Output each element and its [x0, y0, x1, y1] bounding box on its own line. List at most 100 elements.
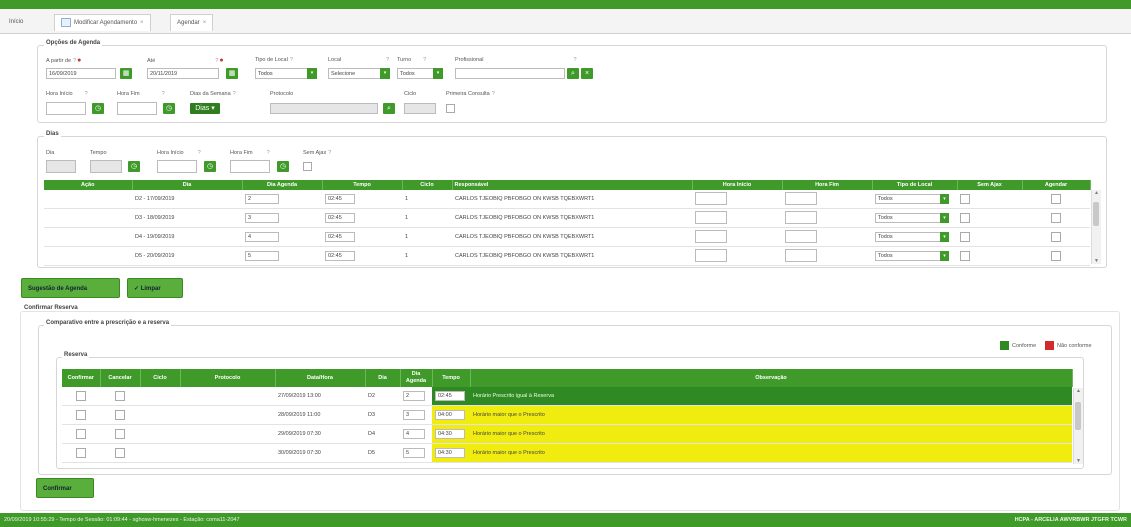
col-protocolo[interactable]: Protocolo	[180, 369, 276, 387]
col-acao[interactable]: Ação	[44, 180, 133, 190]
col-hora-inicio[interactable]: Hora Início	[692, 180, 783, 190]
dia-agenda-input[interactable]: 3	[403, 410, 425, 420]
tempo-input[interactable]: 04:00	[435, 410, 465, 420]
ate-input[interactable]: 20/11/2019	[147, 68, 219, 79]
tempo-input[interactable]: 02:45	[325, 251, 355, 261]
agendar-checkbox[interactable]	[1051, 194, 1061, 204]
sem-ajax-checkbox[interactable]	[303, 162, 312, 171]
hora-fim-input[interactable]	[785, 210, 817, 224]
dia-agenda-input[interactable]: 5	[245, 251, 279, 261]
tipo-local-select[interactable]: Todos ▾	[875, 232, 949, 242]
scroll-thumb[interactable]	[1075, 402, 1081, 430]
col-tempo[interactable]: Tempo	[322, 180, 403, 190]
tipo-local-select[interactable]: Todos ▾	[875, 251, 949, 261]
hora-inicio-input[interactable]	[46, 102, 86, 115]
hora-fim-input[interactable]	[117, 102, 157, 115]
close-icon[interactable]: ×	[140, 20, 144, 26]
tempo-input[interactable]: 04:30	[435, 448, 465, 458]
tempo-input[interactable]	[90, 160, 122, 173]
col-responsavel[interactable]: Responsável	[452, 180, 693, 190]
col-confirmar[interactable]: Confirmar	[62, 369, 101, 387]
cancelar-checkbox[interactable]	[115, 391, 125, 401]
scroll-down-icon[interactable]: ▼	[1092, 258, 1101, 264]
scroll-down-icon[interactable]: ▼	[1074, 458, 1083, 464]
tab-inicio[interactable]: Início	[3, 14, 29, 30]
a-partir-de-input[interactable]: 16/09/2019	[46, 68, 116, 79]
sem-ajax-checkbox[interactable]	[960, 232, 970, 242]
reserva-scrollbar[interactable]: ▲ ▼	[1073, 388, 1083, 464]
sem-ajax-checkbox[interactable]	[960, 213, 970, 223]
hora-inicio-input[interactable]	[695, 191, 727, 205]
col-data-hora[interactable]: Data/Hora	[275, 369, 366, 387]
hora-inicio-input[interactable]	[695, 229, 727, 243]
sem-ajax-checkbox[interactable]	[960, 251, 970, 261]
hora-fim-input[interactable]	[785, 191, 817, 205]
col-ciclo[interactable]: Ciclo	[402, 180, 453, 190]
col-dia-agenda[interactable]: Dia Agenda	[400, 369, 433, 387]
tempo-input[interactable]: 02:45	[435, 391, 465, 401]
dia-agenda-input[interactable]: 4	[403, 429, 425, 439]
dia-agenda-input[interactable]: 4	[245, 232, 279, 242]
dia-agenda-input[interactable]: 2	[245, 194, 279, 204]
dia-agenda-input[interactable]: 3	[245, 213, 279, 223]
sem-ajax-checkbox[interactable]	[960, 194, 970, 204]
dias-semana-button[interactable]: Dias ▾	[190, 103, 220, 114]
close-icon[interactable]: ×	[203, 20, 207, 26]
clock-icon[interactable]: ◷	[277, 161, 289, 172]
col-agendar[interactable]: Agendar	[1022, 180, 1091, 190]
dias-hora-fim-input[interactable]	[230, 160, 270, 173]
clear-icon[interactable]: ×	[581, 68, 593, 79]
ciclo-input[interactable]	[404, 103, 436, 114]
confirmar-checkbox[interactable]	[76, 391, 86, 401]
confirmar-checkbox[interactable]	[76, 410, 86, 420]
cancelar-checkbox[interactable]	[115, 410, 125, 420]
cancelar-checkbox[interactable]	[115, 429, 125, 439]
col-dia[interactable]: Dia	[365, 369, 401, 387]
tipo-local-select[interactable]: Todos ▾	[875, 213, 949, 223]
agendar-checkbox[interactable]	[1051, 232, 1061, 242]
tipo-local-select[interactable]: Todos ▾	[875, 194, 949, 204]
col-ciclo[interactable]: Ciclo	[140, 369, 181, 387]
dias-hora-inicio-input[interactable]	[157, 160, 197, 173]
scroll-up-icon[interactable]: ▲	[1074, 388, 1083, 394]
dia-agenda-input[interactable]: 2	[403, 391, 425, 401]
clock-icon[interactable]: ◷	[128, 161, 140, 172]
scroll-thumb[interactable]	[1093, 202, 1099, 226]
hora-inicio-input[interactable]	[695, 210, 727, 224]
dia-agenda-input[interactable]: 5	[403, 448, 425, 458]
dia-input[interactable]	[46, 160, 76, 173]
col-tipo-local[interactable]: Tipo de Local	[872, 180, 958, 190]
clock-icon[interactable]: ◷	[92, 103, 104, 114]
tab-agendar[interactable]: Agendar ×	[170, 14, 214, 31]
protocolo-input[interactable]	[270, 103, 378, 114]
col-dia-agenda[interactable]: Dia Agenda	[242, 180, 323, 190]
cancelar-checkbox[interactable]	[115, 448, 125, 458]
col-sem-ajax[interactable]: Sem Ajax	[957, 180, 1023, 190]
hora-fim-input[interactable]	[785, 248, 817, 262]
clock-icon[interactable]: ◷	[163, 103, 175, 114]
limpar-button[interactable]: ✓ Limpar	[127, 278, 183, 298]
col-tempo[interactable]: Tempo	[432, 369, 471, 387]
tempo-input[interactable]: 02:45	[325, 213, 355, 223]
sugestao-agenda-button[interactable]: Sugestão de Agenda	[21, 278, 120, 298]
col-observacao[interactable]: Observação	[470, 369, 1073, 387]
local-select[interactable]: Selecione ▾	[328, 68, 390, 79]
dias-scrollbar[interactable]: ▲ ▼	[1091, 190, 1101, 264]
confirmar-checkbox[interactable]	[76, 429, 86, 439]
calendar-icon[interactable]: ▦	[120, 68, 132, 79]
col-dia[interactable]: Dia	[132, 180, 243, 190]
col-hora-fim[interactable]: Hora Fim	[782, 180, 873, 190]
confirmar-button[interactable]: Confirmar	[36, 478, 94, 498]
tempo-input[interactable]: 04:30	[435, 429, 465, 439]
search-icon[interactable]: ⌕	[567, 68, 579, 79]
profissional-input[interactable]	[455, 68, 565, 79]
calendar-icon[interactable]: ▦	[226, 68, 238, 79]
search-icon[interactable]: ⌕	[383, 103, 395, 114]
primeira-consulta-checkbox[interactable]	[446, 104, 455, 113]
scroll-up-icon[interactable]: ▲	[1092, 190, 1101, 196]
agendar-checkbox[interactable]	[1051, 213, 1061, 223]
confirmar-checkbox[interactable]	[76, 448, 86, 458]
col-cancelar[interactable]: Cancelar	[100, 369, 141, 387]
tipo-local-select[interactable]: Todos ▾	[255, 68, 317, 79]
turno-select[interactable]: Todos ▾	[397, 68, 443, 79]
